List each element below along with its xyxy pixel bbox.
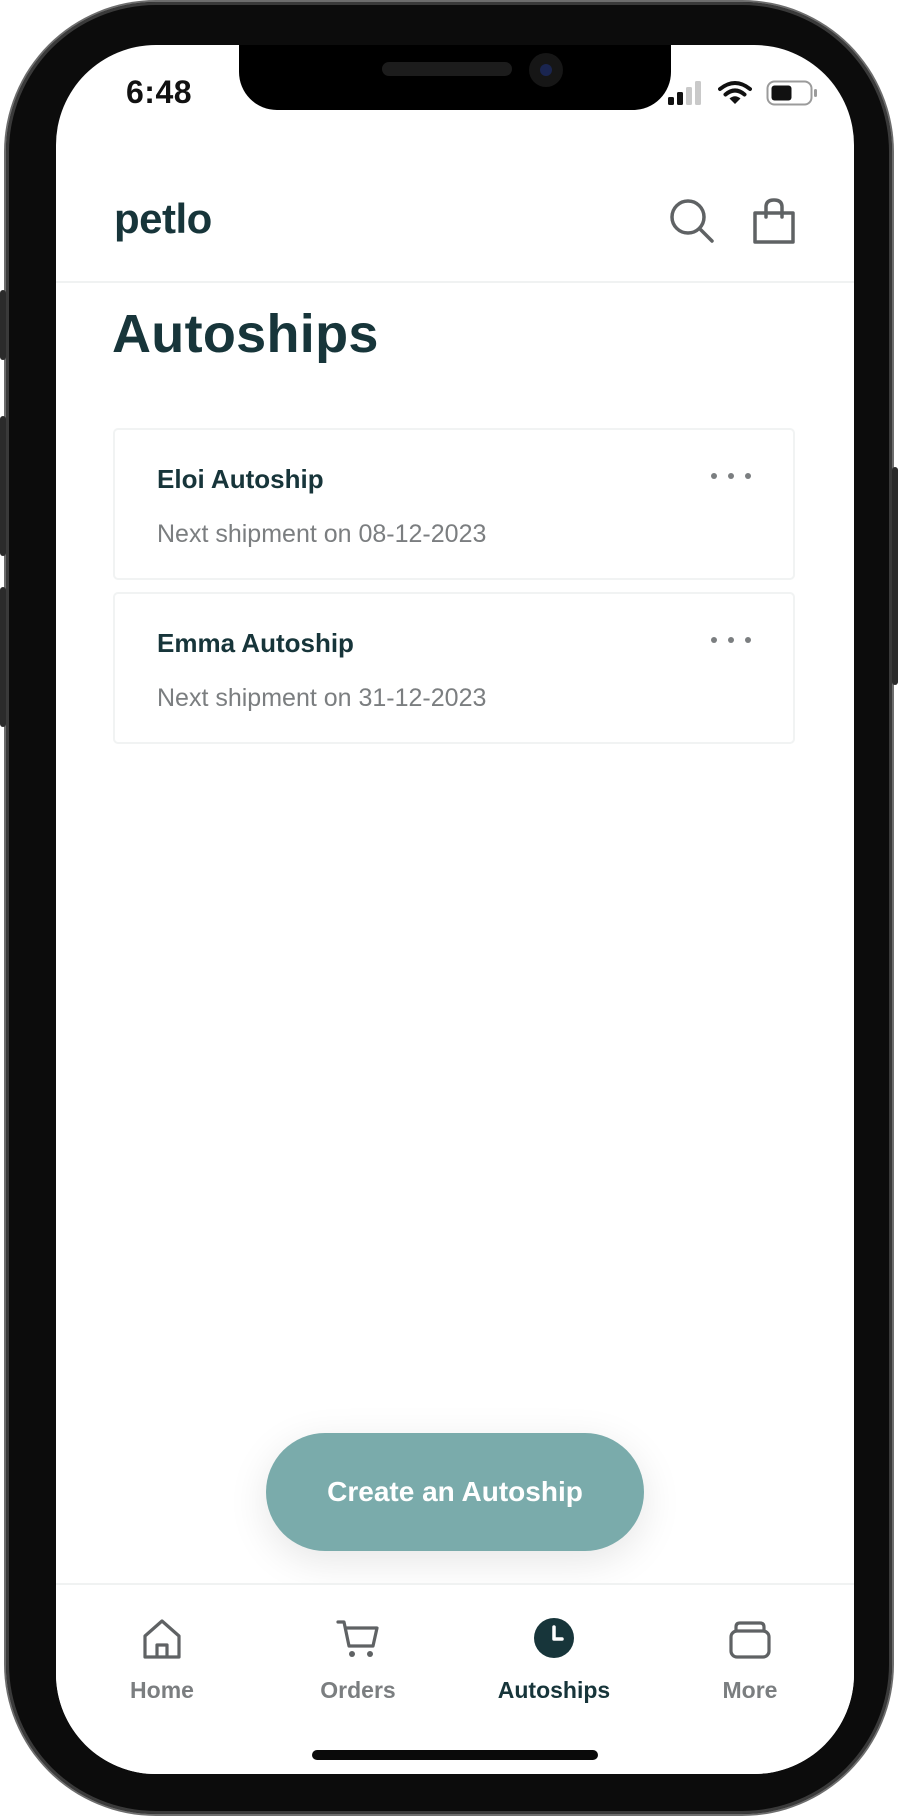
bottom-tab-bar: Home Orders Autoships More: [56, 1583, 854, 1774]
next-shipment-date: Next shipment on 31-12-2023: [157, 684, 487, 712]
autoship-card[interactable]: Eloi Autoship Next shipment on 08-12-202…: [113, 428, 795, 580]
autoship-name: Emma Autoship: [157, 628, 354, 658]
power-button: [892, 467, 898, 685]
phone-frame: 6:48 petlo Autoships Eloi Autoship Next …: [0, 2, 898, 1814]
mute-switch: [0, 290, 6, 360]
petlo-logo[interactable]: petlo: [114, 195, 212, 243]
menu-dot: [745, 637, 751, 643]
tab-more[interactable]: More: [680, 1615, 820, 1715]
menu-dot: [711, 473, 717, 479]
page-title: Autoships: [112, 304, 379, 364]
tab-label: Home: [130, 1677, 194, 1703]
battery-icon: [766, 80, 817, 106]
status-icons: [668, 80, 818, 106]
app-header: petlo: [56, 145, 854, 283]
tab-home[interactable]: Home: [92, 1615, 232, 1715]
more-options-icon[interactable]: [711, 458, 751, 494]
create-autoship-button[interactable]: Create an Autoship: [266, 1433, 644, 1551]
speaker: [382, 62, 512, 76]
home-icon: [143, 1619, 181, 1659]
home-indicator[interactable]: [312, 1750, 598, 1760]
menu-dot: [745, 473, 751, 479]
tab-orders[interactable]: Orders: [288, 1615, 428, 1715]
clock-icon: [534, 1618, 574, 1658]
autoship-name: Eloi Autoship: [157, 464, 324, 494]
more-options-icon[interactable]: [711, 622, 751, 658]
autoship-card[interactable]: Emma Autoship Next shipment on 31-12-202…: [113, 592, 795, 744]
screen: 6:48 petlo Autoships Eloi Autoship Next …: [56, 45, 854, 1774]
status-time: 6:48: [126, 74, 193, 110]
tab-autoships[interactable]: Autoships: [484, 1615, 624, 1715]
wifi-icon: [718, 81, 752, 104]
notch: [239, 45, 671, 110]
volume-up-button: [0, 416, 6, 556]
next-shipment-date: Next shipment on 08-12-2023: [157, 520, 487, 548]
tab-label: Orders: [320, 1677, 396, 1703]
menu-dot: [728, 637, 734, 643]
stack-icon: [729, 1621, 771, 1659]
volume-down-button: [0, 587, 6, 727]
search-icon[interactable]: [668, 197, 716, 245]
cellular-signal-icon: [668, 81, 701, 105]
tab-label: Autoships: [497, 1677, 611, 1703]
shopping-bag-icon[interactable]: [750, 197, 798, 245]
cart-icon: [336, 1620, 379, 1657]
front-camera: [529, 53, 563, 87]
menu-dot: [711, 637, 717, 643]
menu-dot: [728, 473, 734, 479]
tab-label: More: [722, 1677, 778, 1703]
